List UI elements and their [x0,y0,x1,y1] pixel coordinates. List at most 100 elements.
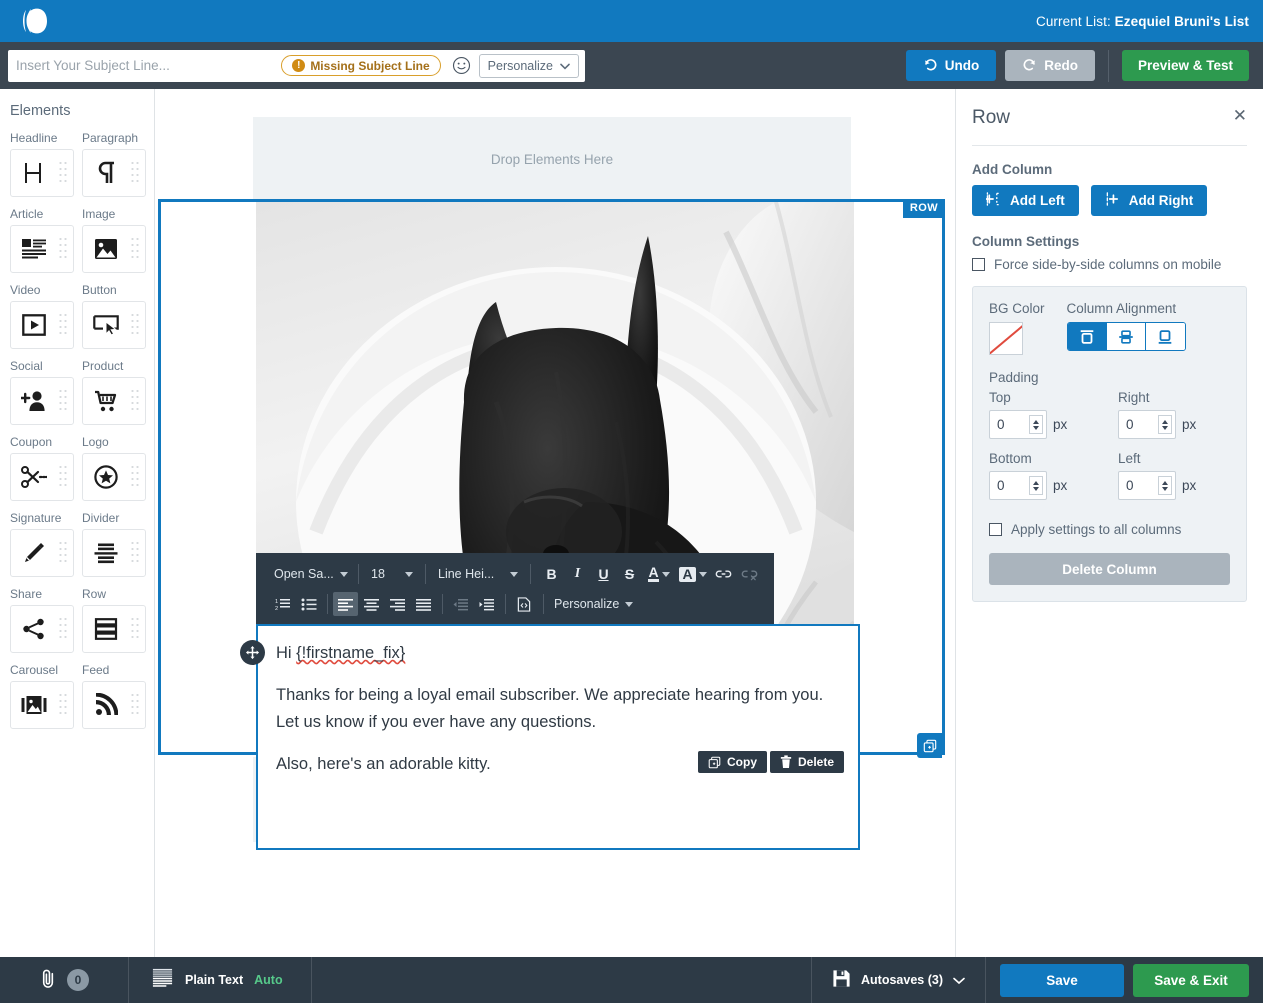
close-icon[interactable]: ✕ [1233,107,1247,124]
drag-grip[interactable] [130,616,140,642]
italic-button[interactable]: I [565,562,590,586]
drag-grip[interactable] [130,464,140,490]
element-tile-share[interactable] [10,605,74,653]
element-tile-product[interactable] [82,377,146,425]
attachments-zone[interactable]: 0 [0,957,128,1003]
drag-grip[interactable] [130,540,140,566]
rte-personalize-dropdown[interactable]: Personalize [550,593,637,615]
drag-grip[interactable] [58,312,68,338]
element-tile-image[interactable] [82,225,146,273]
padding-right-input[interactable] [1126,417,1152,432]
drag-grip[interactable] [130,692,140,718]
force-side-by-side-checkbox[interactable] [972,258,985,271]
padding-right-stepper[interactable] [1118,410,1176,439]
email-text-element[interactable]: Hi {!firstname_fix} Thanks for being a l… [256,624,860,850]
link-icon[interactable] [711,562,736,586]
bullet-list-icon[interactable] [296,592,321,616]
ordered-list-icon[interactable]: 12 [270,592,295,616]
font-size-dropdown[interactable]: 18 [367,563,417,585]
force-side-by-side-row[interactable]: Force side-by-side columns on mobile [972,257,1247,272]
delete-button[interactable]: Delete [770,751,844,773]
drag-grip[interactable] [130,312,140,338]
spinner-arrows[interactable] [1158,415,1172,434]
undo-button[interactable]: Undo [906,50,997,81]
brand-logo-icon[interactable] [18,4,52,38]
selected-row-block[interactable]: ROW [158,199,945,755]
element-tile-carousel[interactable] [10,681,74,729]
element-tile-social[interactable] [10,377,74,425]
drag-grip[interactable] [58,540,68,566]
element-tile-video[interactable] [10,301,74,349]
subject-personalize-dropdown[interactable]: Personalize [479,54,579,78]
drag-grip[interactable] [130,236,140,262]
bold-button[interactable]: B [539,562,564,586]
outdent-icon[interactable] [448,592,473,616]
bottom-status-bar: 0 Plain Text Auto Autosaves (3) Save Sav… [0,957,1263,1003]
indent-icon[interactable] [474,592,499,616]
add-left-button[interactable]: Add Left [972,185,1079,216]
smiley-icon[interactable] [449,53,475,79]
plain-text-zone[interactable]: Plain Text Auto [129,957,311,1003]
copy-button[interactable]: Copy [698,751,767,773]
drag-grip[interactable] [58,160,68,186]
drag-grip[interactable] [58,388,68,414]
drag-grip[interactable] [58,692,68,718]
align-top-icon[interactable] [1068,323,1107,350]
spinner-arrows[interactable] [1029,476,1043,495]
preview-test-button[interactable]: Preview & Test [1122,50,1249,81]
save-exit-button[interactable]: Save & Exit [1133,964,1249,997]
align-bottom-icon[interactable] [1146,323,1185,350]
apply-all-checkbox[interactable] [989,523,1002,536]
element-tile-paragraph[interactable] [82,149,146,197]
line-height-dropdown[interactable]: Line Hei... [434,563,522,585]
unlink-icon[interactable] [737,562,762,586]
align-justify-icon[interactable] [411,592,436,616]
drag-grip[interactable] [130,160,140,186]
align-left-icon[interactable] [333,592,358,616]
padding-bottom-input[interactable] [997,478,1023,493]
drag-grip[interactable] [58,464,68,490]
underline-button[interactable]: U [591,562,616,586]
padding-bottom-stepper[interactable] [989,471,1047,500]
align-middle-icon[interactable] [1107,323,1146,350]
autosaves-dropdown[interactable]: Autosaves (3) [811,957,986,1003]
add-right-button[interactable]: Add Right [1091,185,1207,216]
element-drag-handle[interactable] [240,640,265,665]
spinner-arrows[interactable] [1158,476,1172,495]
drag-grip[interactable] [130,388,140,414]
drag-grip[interactable] [58,236,68,262]
element-tile-headline[interactable] [10,149,74,197]
subject-input[interactable] [8,51,281,81]
padding-top-stepper[interactable] [989,410,1047,439]
source-code-icon[interactable] [511,592,536,616]
element-tile-article[interactable] [10,225,74,273]
save-button[interactable]: Save [1000,964,1124,997]
drag-grip[interactable] [58,616,68,642]
redo-button[interactable]: Redo [1005,50,1095,81]
email-canvas[interactable]: Drop Elements Here ROW [155,89,955,957]
padding-left-stepper[interactable] [1118,471,1176,500]
align-right-icon[interactable] [385,592,410,616]
row-copy-badge[interactable] [917,733,942,758]
highlight-A-icon[interactable]: A [676,562,710,586]
apply-all-row[interactable]: Apply settings to all columns [989,522,1230,537]
dropzone-top[interactable]: Drop Elements Here [253,117,851,202]
element-tile-signature[interactable] [10,529,74,577]
element-tile-logo[interactable] [82,453,146,501]
element-tile-row[interactable] [82,605,146,653]
font-family-dropdown[interactable]: Open Sa... [270,563,350,585]
element-tile-coupon[interactable] [10,453,74,501]
spinner-arrows[interactable] [1029,415,1043,434]
padding-top-input[interactable] [997,417,1023,432]
image-icon [83,238,129,260]
delete-column-button[interactable]: Delete Column [989,553,1230,585]
element-tile-button[interactable] [82,301,146,349]
strikethrough-button[interactable]: S [617,562,642,586]
element-tile-divider[interactable] [82,529,146,577]
element-tile-feed[interactable] [82,681,146,729]
element-label-social: Social [10,359,82,373]
align-center-icon[interactable] [359,592,384,616]
padding-left-input[interactable] [1126,478,1152,493]
text-color-A-icon[interactable]: A [643,562,675,586]
bg-color-swatch[interactable] [989,322,1023,355]
